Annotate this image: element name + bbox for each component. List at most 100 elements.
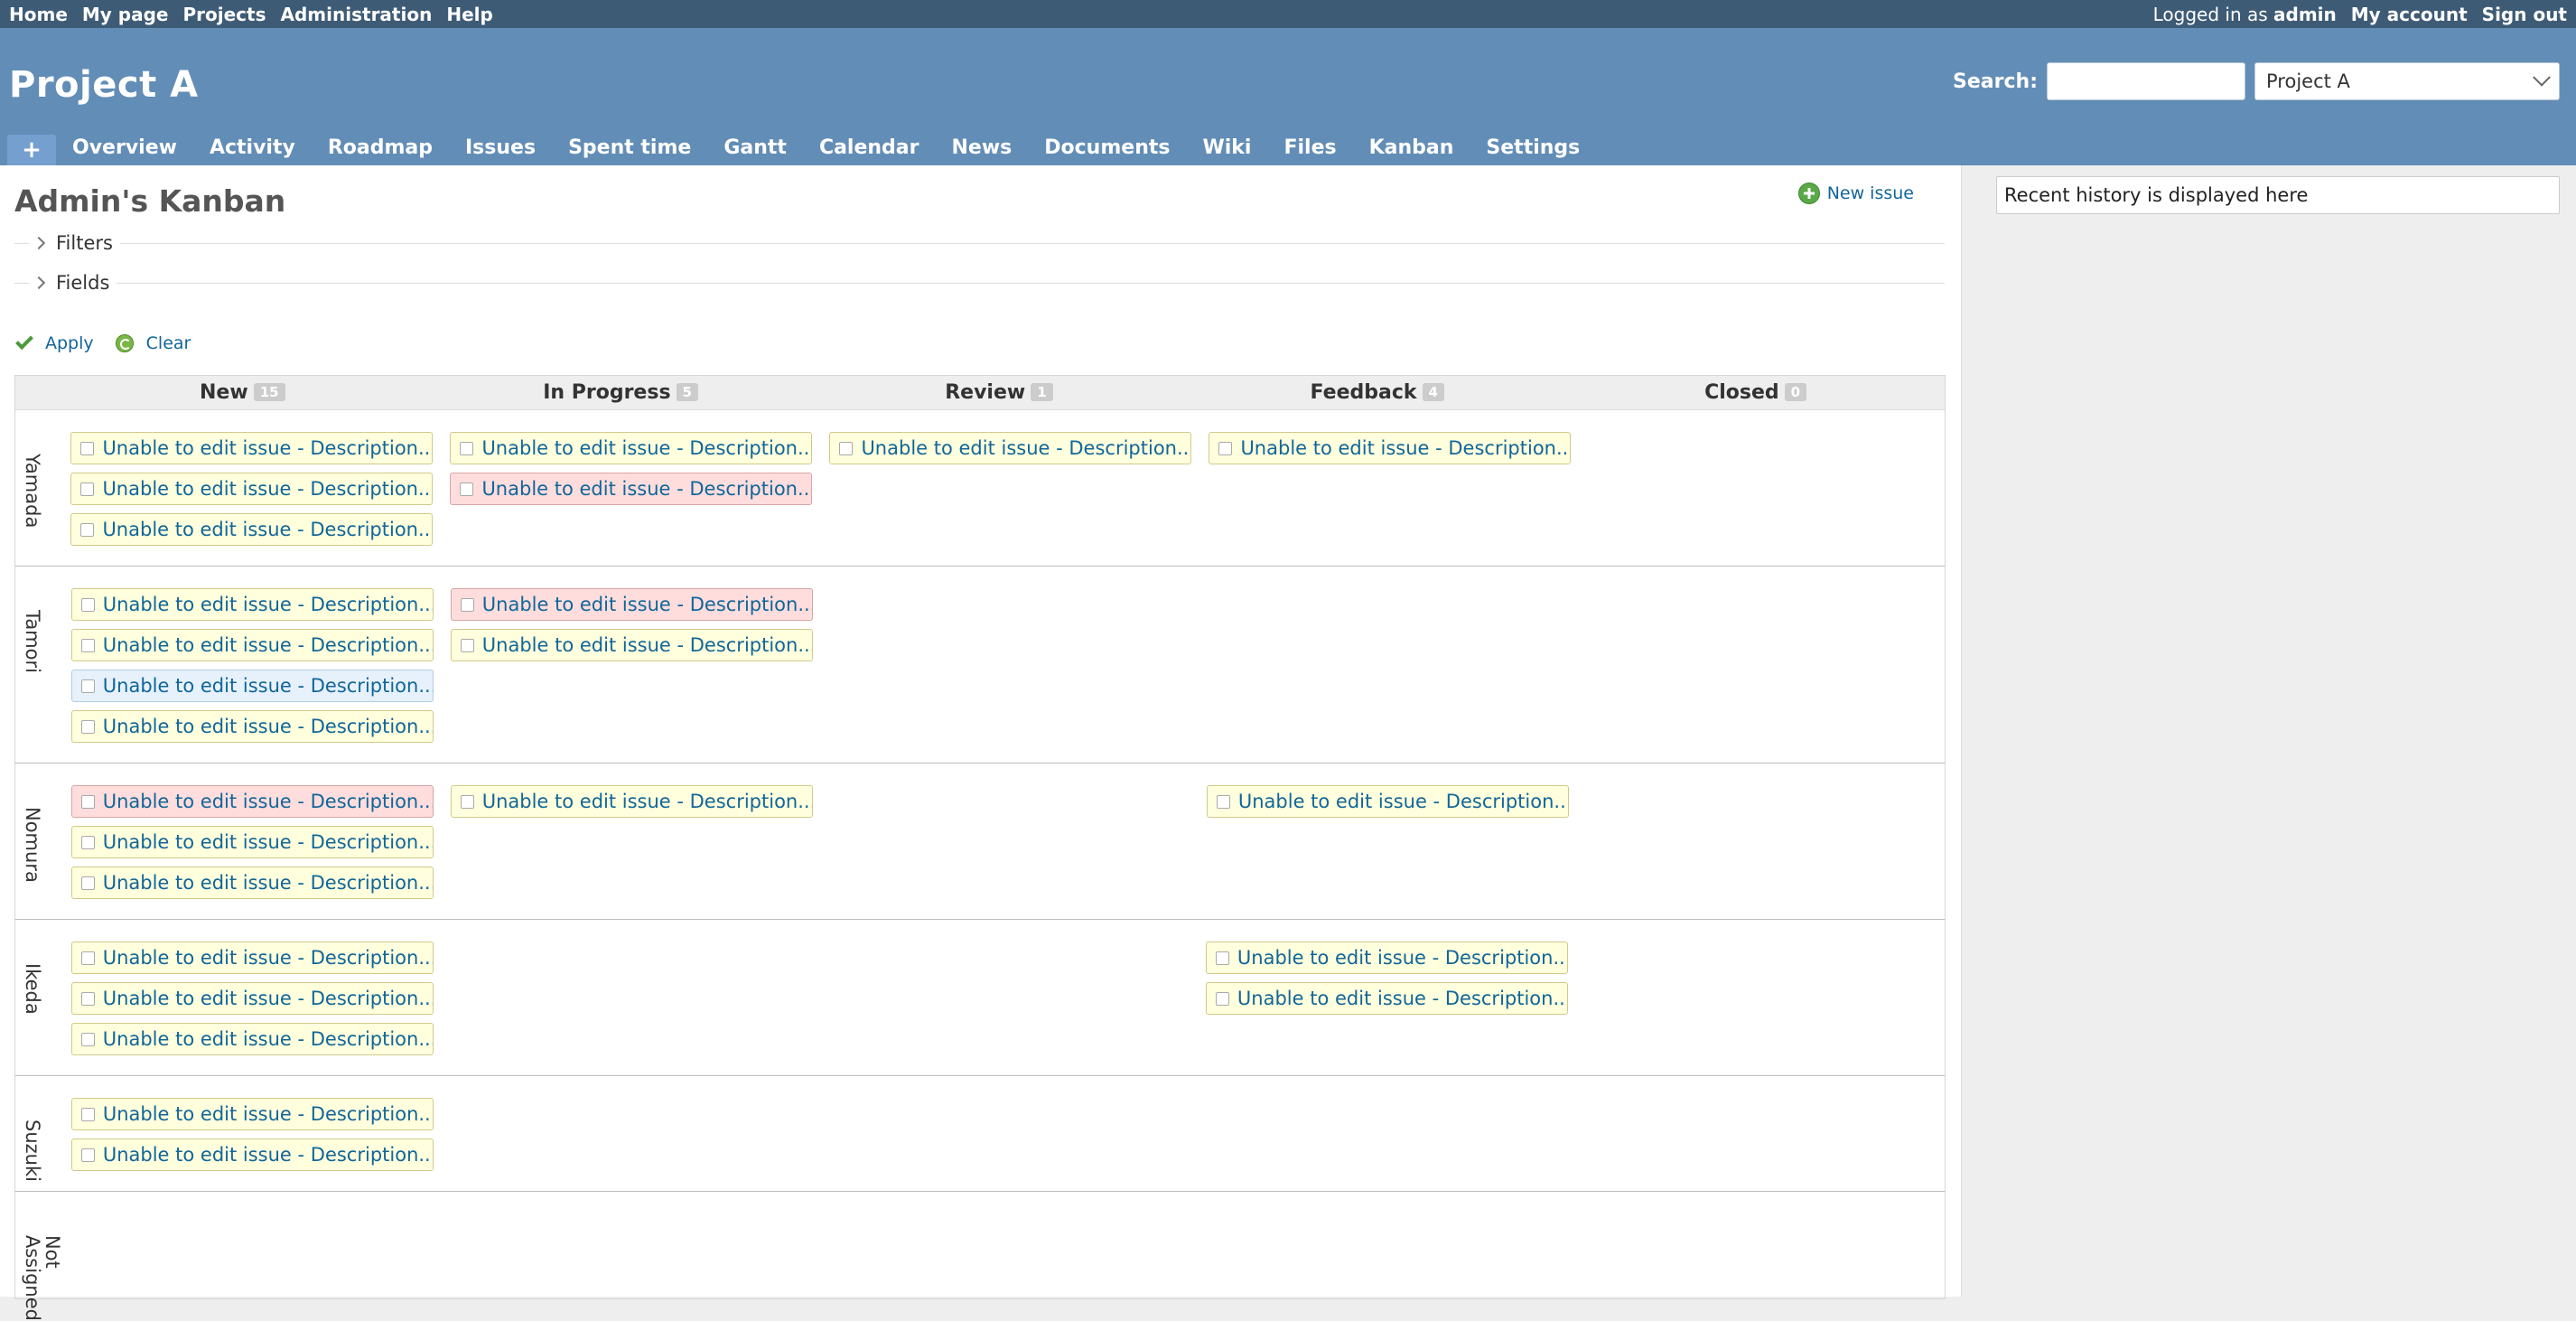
tab-settings[interactable]: Settings [1470, 136, 1596, 165]
issue-checkbox[interactable] [80, 835, 95, 849]
top-menu-right: Logged in as admin My account Sign out [2153, 4, 2567, 25]
issue-card[interactable]: Unable to edit issue - Description... [70, 867, 434, 899]
administration-link[interactable]: Administration [281, 4, 433, 25]
issue-card[interactable]: Unable to edit issue - Description... [70, 473, 434, 505]
quick-search: Search: Project A [1953, 62, 2560, 100]
help-link[interactable]: Help [446, 4, 492, 25]
kanban-cell: Unable to edit issue - Description... Una… [53, 920, 434, 1075]
issue-checkbox[interactable] [80, 482, 95, 496]
issue-card[interactable]: Unable to edit issue - Description... [70, 1138, 434, 1171]
main-menu: + Overview Activity Roadmap Issues Spent… [7, 135, 1596, 165]
issue-checkbox[interactable] [80, 1148, 95, 1162]
tab-activity[interactable]: Activity [193, 136, 312, 165]
my-account-link[interactable]: My account [2351, 4, 2468, 25]
tab-kanban[interactable]: Kanban [1353, 136, 1470, 165]
search-label: Search: [1953, 70, 2038, 93]
issue-checkbox[interactable] [460, 441, 474, 455]
issue-checkbox[interactable] [80, 597, 95, 612]
issue-card[interactable]: Unable to edit issue - Description... [70, 826, 434, 858]
issue-card[interactable]: Unable to edit issue - Description... [450, 785, 813, 818]
issue-card[interactable]: Unable to edit issue - Description... [70, 629, 434, 661]
swimlane-header: Tamori [15, 567, 53, 763]
issue-card[interactable]: Unable to edit issue - Description... [829, 432, 1192, 464]
issue-checkbox[interactable] [80, 1032, 95, 1046]
issue-card[interactable]: Unable to edit issue - Description... [70, 513, 434, 546]
issue-card[interactable]: Unable to edit issue - Description... [1205, 942, 1568, 974]
issue-card[interactable]: Unable to edit issue - Description... [70, 1023, 434, 1055]
issue-card[interactable]: Unable to edit issue - Description... [1209, 432, 1572, 464]
issue-checkbox[interactable] [839, 441, 854, 455]
issue-checkbox[interactable] [80, 638, 95, 652]
issue-checkbox[interactable] [80, 679, 95, 693]
issue-card[interactable]: Unable to edit issue - Description... [1205, 982, 1568, 1015]
issue-card[interactable]: Unable to edit issue - Description... [70, 982, 434, 1015]
issue-checkbox[interactable] [80, 794, 95, 809]
issue-card[interactable]: Unable to edit issue - Description... [70, 588, 434, 621]
issue-checkbox[interactable] [460, 794, 474, 809]
issue-checkbox[interactable] [80, 876, 95, 890]
issue-checkbox[interactable] [80, 951, 95, 965]
tab-overview[interactable]: Overview [56, 136, 193, 165]
user-link[interactable]: admin [2273, 4, 2337, 25]
kanban-cell: Unable to edit issue - Description... [433, 764, 813, 919]
filters-divider [14, 243, 1945, 244]
column-header: New 15 [53, 381, 432, 404]
clear-button[interactable]: Clear [115, 333, 191, 353]
tab-roadmap[interactable]: Roadmap [312, 136, 449, 165]
issue-card[interactable]: Unable to edit issue - Description... [70, 942, 434, 974]
search-input[interactable] [2047, 62, 2245, 100]
tab-gantt[interactable]: Gantt [707, 136, 803, 165]
issue-card[interactable]: Unable to edit issue - Description... [450, 473, 813, 505]
apply-button[interactable]: Apply [15, 332, 94, 353]
issue-checkbox[interactable] [1215, 991, 1229, 1006]
tab-spent-time[interactable]: Spent time [552, 136, 707, 165]
issue-checkbox[interactable] [80, 1107, 95, 1121]
tab-wiki[interactable]: Wiki [1186, 136, 1267, 165]
issue-card[interactable]: Unable to edit issue - Description... [70, 710, 434, 743]
fields-toggle[interactable]: Fields [14, 263, 1945, 303]
tab-issues[interactable]: Issues [449, 136, 552, 165]
issue-checkbox[interactable] [80, 522, 95, 537]
new-issue-link[interactable]: New issue [1797, 183, 1914, 204]
issue-card-title: Unable to edit issue - Description... [481, 437, 813, 459]
checkmark-icon [15, 332, 33, 351]
home-link[interactable]: Home [9, 4, 68, 25]
issue-checkbox[interactable] [80, 991, 95, 1006]
tab-calendar[interactable]: Calendar [803, 136, 936, 165]
issue-checkbox[interactable] [1215, 951, 1229, 965]
assignee-name: Suzuki [22, 1120, 44, 1182]
issue-card-title: Unable to edit issue - Description... [1237, 988, 1568, 1009]
sign-out-link[interactable]: Sign out [2482, 4, 2567, 25]
issue-checkbox[interactable] [460, 638, 474, 652]
issue-checkbox[interactable] [80, 719, 95, 734]
projects-link[interactable]: Projects [183, 4, 266, 25]
fields-label: Fields [56, 272, 110, 294]
issue-card[interactable]: Unable to edit issue - Description... [70, 1098, 434, 1130]
issue-checkbox[interactable] [460, 482, 474, 496]
issue-card[interactable]: Unable to edit issue - Description... [450, 629, 813, 661]
kanban-cell [810, 1192, 1189, 1298]
swimlane: Not Assigned [15, 1192, 1945, 1321]
issue-card[interactable]: Unable to edit issue - Description... [70, 670, 434, 702]
new-object-button[interactable]: + [7, 135, 56, 165]
issue-card-title: Unable to edit issue - Description... [102, 634, 434, 656]
issue-card-title: Unable to edit issue - Description... [102, 675, 434, 697]
my-page-link[interactable]: My page [82, 4, 169, 25]
issue-checkbox[interactable] [80, 441, 95, 455]
project-jump-select[interactable]: Project A [2254, 62, 2560, 100]
issue-card[interactable]: Unable to edit issue - Description... [70, 432, 434, 464]
issue-card[interactable]: Unable to edit issue - Description... [450, 588, 813, 621]
tab-files[interactable]: Files [1267, 136, 1352, 165]
issue-card[interactable]: Unable to edit issue - Description... [1206, 785, 1569, 818]
issue-checkbox[interactable] [1218, 441, 1233, 455]
issue-card-title: Unable to edit issue - Description... [102, 831, 434, 853]
assignee-name: Ikeda [22, 963, 44, 1015]
issue-checkbox[interactable] [1216, 794, 1230, 809]
kanban-cell [53, 1192, 432, 1298]
issue-card[interactable]: Unable to edit issue - Description... [70, 785, 434, 818]
issue-checkbox[interactable] [460, 597, 474, 612]
tab-news[interactable]: News [936, 136, 1029, 165]
tab-documents[interactable]: Documents [1028, 136, 1186, 165]
issue-card[interactable]: Unable to edit issue - Description... [450, 432, 813, 464]
filters-toggle[interactable]: Filters [14, 223, 1945, 263]
